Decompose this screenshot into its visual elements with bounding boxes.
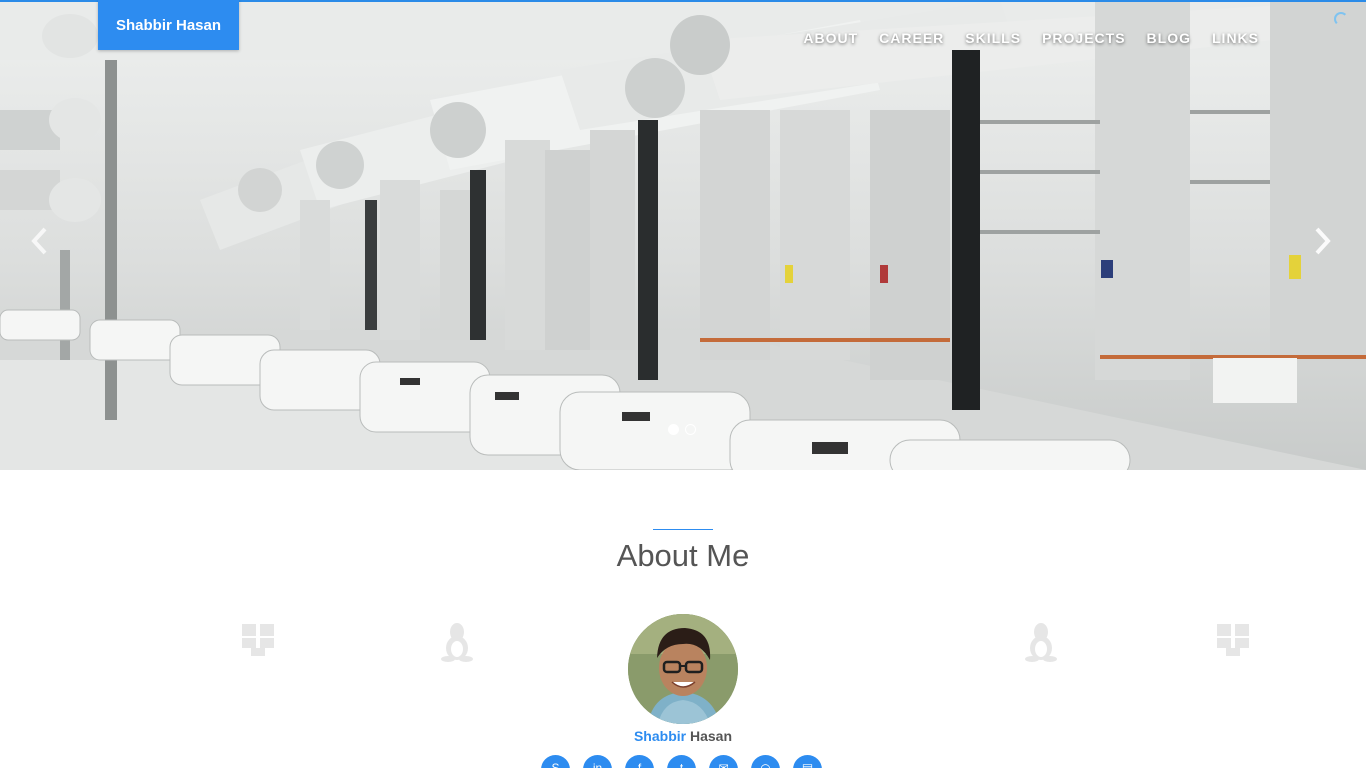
carousel-prev-arrow[interactable] [28, 226, 52, 256]
linkedin-icon[interactable]: in [583, 755, 612, 768]
section-title: About Me [616, 538, 750, 573]
document-icon[interactable]: ▤ [793, 755, 822, 768]
carousel-indicators [668, 424, 696, 435]
profile-last-name: Hasan [689, 728, 733, 744]
nav-links[interactable]: LINKS [1212, 30, 1259, 46]
brand-logo[interactable]: Shabbir Hasan [98, 0, 239, 50]
dropbox-icon [242, 624, 274, 656]
avatar [628, 614, 738, 724]
hero-carousel [0, 0, 1366, 470]
social-links: S in f t ✉ ◠ ▤ [541, 755, 822, 768]
profile-name: Shabbir Hasan [0, 728, 1366, 744]
rss-icon[interactable]: ◠ [751, 755, 780, 768]
linux-icon [1025, 623, 1057, 662]
hero-image [0, 0, 1366, 470]
profile-first-name: Shabbir [633, 728, 687, 744]
section-divider [653, 529, 713, 530]
carousel-dot-2[interactable] [685, 424, 696, 435]
skype-icon[interactable]: S [541, 755, 570, 768]
nav-about[interactable]: ABOUT [803, 30, 858, 46]
chevron-left-icon [31, 227, 47, 255]
email-icon[interactable]: ✉ [709, 755, 738, 768]
profile-photo [628, 614, 738, 724]
nav-skills[interactable]: SKILLS [965, 30, 1021, 46]
linux-icon [441, 623, 473, 662]
chevron-right-icon [1315, 227, 1331, 255]
facebook-icon[interactable]: f [625, 755, 654, 768]
nav-career[interactable]: CAREER [879, 30, 944, 46]
dropbox-icon [1217, 624, 1249, 656]
twitter-icon[interactable]: t [667, 755, 696, 768]
main-nav: ABOUT CAREER SKILLS PROJECTS BLOG LINKS [803, 30, 1259, 46]
carousel-dot-1[interactable] [668, 424, 679, 435]
nav-blog[interactable]: BLOG [1147, 30, 1191, 46]
carousel-next-arrow[interactable] [1310, 226, 1334, 256]
nav-projects[interactable]: PROJECTS [1042, 30, 1125, 46]
loading-spinner-icon [1334, 12, 1348, 26]
